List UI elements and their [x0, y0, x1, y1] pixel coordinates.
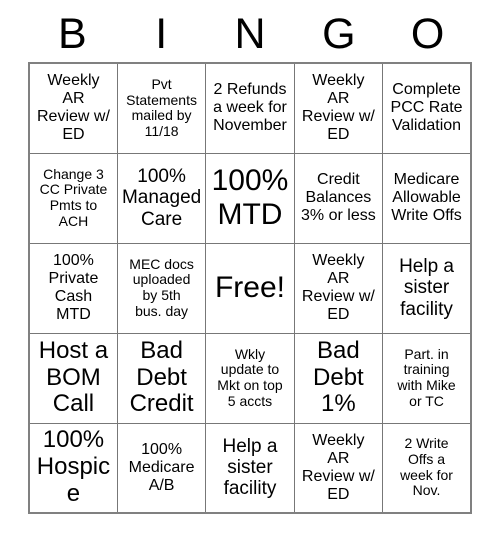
bingo-square[interactable]: Help a sister facility	[205, 422, 295, 514]
bingo-row: Host a BOM Call Bad Debt Credit Wkly upd…	[28, 332, 472, 424]
bingo-square[interactable]: 2 Refunds a week for November	[205, 62, 295, 154]
bingo-header: B I N G O	[28, 0, 472, 62]
bingo-grid: Weekly AR Review w/ ED Pvt Statements ma…	[28, 62, 472, 514]
bingo-square[interactable]: 100% MTD	[205, 152, 295, 244]
bingo-square-text: 2 Write Offs a week for Nov.	[400, 435, 453, 499]
bingo-square[interactable]: Credit Balances 3% or less	[293, 152, 384, 244]
bingo-square-text: Wkly update to Mkt on top 5 accts	[217, 345, 283, 409]
bingo-square[interactable]: Wkly update to Mkt on top 5 accts	[205, 332, 295, 424]
bingo-square-text: Help a sister facility	[399, 256, 454, 320]
bingo-square-text: Weekly AR Review w/ ED	[36, 72, 110, 144]
bingo-card: B I N G O Weekly AR Review w/ ED Pvt Sta…	[0, 0, 500, 544]
bingo-square[interactable]: 100% Private Cash MTD	[28, 242, 118, 334]
bingo-square-text: Pvt Statements mailed by 11/18	[126, 75, 197, 139]
header-letter-o: O	[410, 10, 445, 58]
bingo-square[interactable]: MEC docs uploaded by 5th bus. day	[116, 242, 207, 334]
bingo-square[interactable]: Complete PCC Rate Validation	[382, 62, 472, 154]
bingo-square[interactable]: Bad Debt Credit	[116, 332, 207, 424]
bingo-square-text: Medicare Allowable Write Offs	[391, 171, 462, 224]
bingo-square-text: Host a BOM Call	[38, 336, 109, 418]
bingo-square[interactable]: 100% Hospice	[28, 422, 118, 514]
bingo-square[interactable]: Bad Debt 1%	[293, 332, 384, 424]
bingo-square[interactable]: Part. in training with Mike or TC	[382, 332, 472, 424]
bingo-square-text: 100% MTD	[211, 164, 289, 231]
bingo-square-text: Weekly AR Review w/ ED	[301, 252, 375, 323]
bingo-square-text: Bad Debt Credit	[129, 336, 194, 418]
bingo-square[interactable]: 2 Write Offs a week for Nov.	[382, 422, 472, 514]
bingo-row: 100% Private Cash MTD MEC docs uploaded …	[28, 242, 472, 334]
bingo-square[interactable]: 100% Managed Care	[116, 152, 207, 244]
bingo-square[interactable]: Pvt Statements mailed by 11/18	[116, 62, 207, 154]
bingo-square-text: 100% Private Cash MTD	[48, 252, 99, 323]
bingo-square[interactable]: Weekly AR Review w/ ED	[28, 62, 118, 154]
bingo-grid-body: Weekly AR Review w/ ED Pvt Statements ma…	[28, 62, 472, 514]
bingo-square-text: Change 3 CC Private Pmts to ACH	[39, 165, 108, 229]
bingo-free-square[interactable]: Free!	[205, 242, 295, 334]
header-letter-n: N	[234, 10, 266, 58]
bingo-square-text: 100% Managed Care	[121, 166, 202, 230]
bingo-square-text: Credit Balances 3% or less	[301, 171, 376, 224]
bingo-square[interactable]: Weekly AR Review w/ ED	[293, 422, 384, 514]
bingo-square-text: Weekly AR Review w/ ED	[301, 72, 375, 144]
bingo-square-text: 100% Hospice	[36, 426, 111, 508]
bingo-square-text: Help a sister facility	[222, 435, 278, 500]
bingo-square-text: Complete PCC Rate Validation	[390, 81, 463, 135]
bingo-square-text: 100% Medicare A/B	[128, 440, 195, 494]
bingo-free-square-text: Free!	[214, 271, 285, 305]
bingo-square[interactable]: Host a BOM Call	[28, 332, 118, 424]
bingo-square-text: Weekly AR Review w/ ED	[301, 431, 375, 503]
header-letter-b: B	[58, 10, 87, 58]
bingo-square[interactable]: Weekly AR Review w/ ED	[293, 62, 384, 154]
bingo-square[interactable]: Medicare Allowable Write Offs	[382, 152, 472, 244]
bingo-square-text: 2 Refunds a week for November	[213, 81, 287, 135]
bingo-square-text: Bad Debt 1%	[313, 336, 364, 418]
bingo-row: Change 3 CC Private Pmts to ACH 100% Man…	[28, 152, 472, 244]
header-letter-g: G	[322, 10, 356, 58]
bingo-square[interactable]: Help a sister facility	[382, 242, 472, 334]
bingo-square[interactable]: 100% Medicare A/B	[116, 422, 207, 514]
bingo-row: Weekly AR Review w/ ED Pvt Statements ma…	[28, 62, 472, 154]
bingo-square-text: Part. in training with Mike or TC	[397, 345, 456, 409]
bingo-square[interactable]: Weekly AR Review w/ ED	[293, 242, 384, 334]
bingo-square[interactable]: Change 3 CC Private Pmts to ACH	[28, 152, 118, 244]
bingo-square-text: MEC docs uploaded by 5th bus. day	[129, 255, 194, 319]
bingo-row: 100% Hospice 100% Medicare A/B Help a si…	[28, 422, 472, 514]
header-letter-i: I	[155, 10, 168, 58]
